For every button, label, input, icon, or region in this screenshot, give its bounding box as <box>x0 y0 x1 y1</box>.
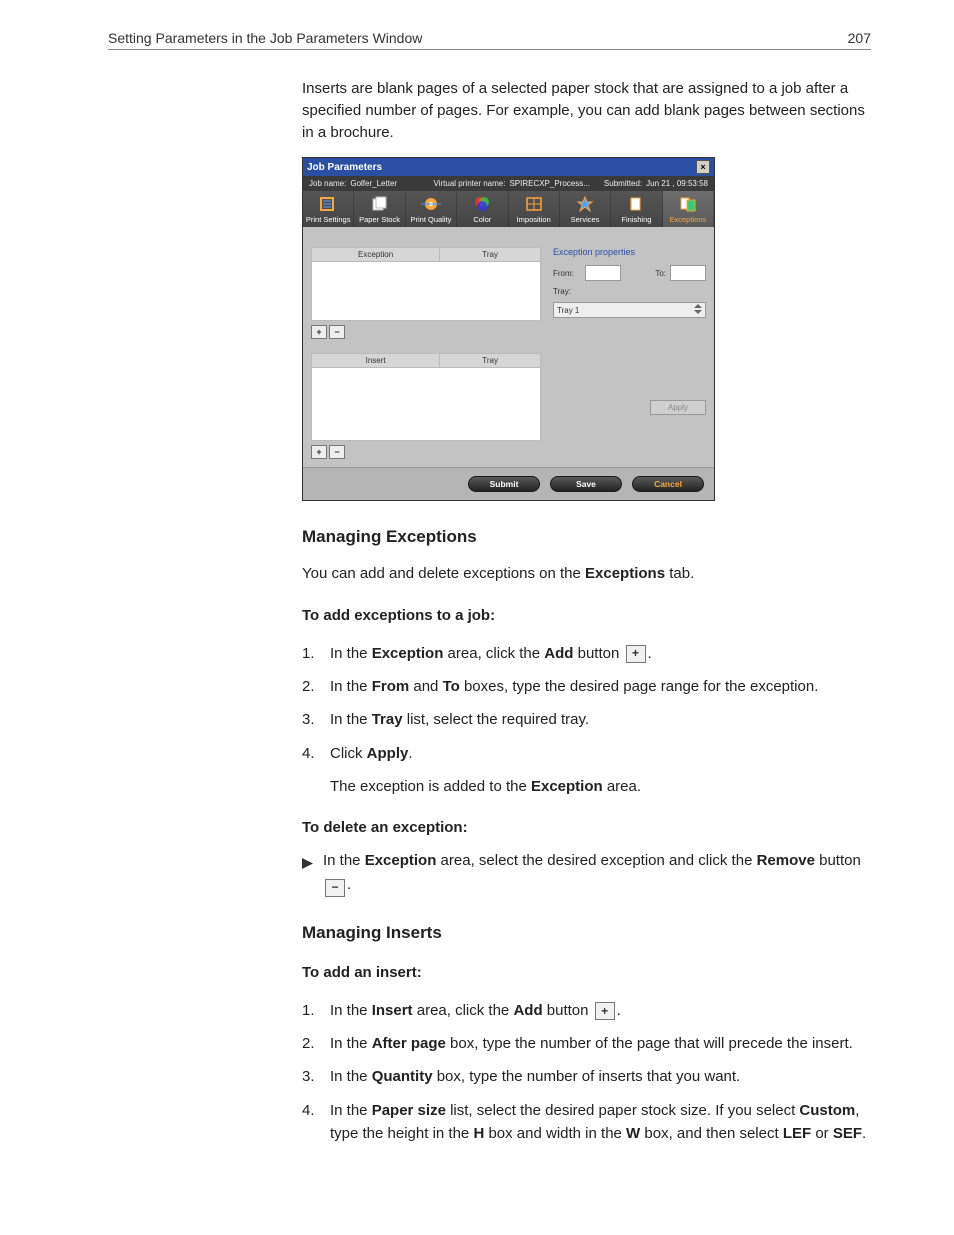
step: Click Apply. The exception is added to t… <box>302 742 871 799</box>
section-heading-inserts: Managing Inserts <box>302 923 871 943</box>
insert-table-body[interactable] <box>312 368 541 441</box>
section-heading-exceptions: Managing Exceptions <box>302 527 871 547</box>
plus-icon: + <box>595 1002 615 1020</box>
exception-table-body[interactable] <box>312 262 541 321</box>
to-label: To: <box>655 269 666 278</box>
intro-paragraph: Inserts are blank pages of a selected pa… <box>302 78 871 143</box>
from-label: From: <box>553 269 581 278</box>
page-number: 207 <box>848 30 871 46</box>
plus-icon: + <box>626 645 646 663</box>
exception-remove-button[interactable]: − <box>329 325 345 339</box>
insert-remove-button[interactable]: − <box>329 445 345 459</box>
dialog-title: Job Parameters <box>307 162 382 173</box>
vp-label: Virtual printer name: <box>434 179 506 188</box>
tab-paper-stock[interactable]: Paper Stock <box>354 191 405 227</box>
delete-exception-item: In the Exception area, select the desire… <box>302 849 871 896</box>
tab-label: Finishing <box>621 215 651 224</box>
tab-color[interactable]: Color <box>457 191 508 227</box>
dialog-titlebar: Job Parameters × <box>303 158 714 176</box>
add-exceptions-steps: In the Exception area, click the Add but… <box>302 642 871 798</box>
tab-exceptions[interactable]: Exceptions <box>663 191 714 227</box>
submit-button[interactable]: Submit <box>468 476 540 492</box>
tab-label: Exceptions <box>669 215 706 224</box>
add-insert-steps: In the Insert area, click the Add button… <box>302 999 871 1145</box>
step: In the Paper size list, select the desir… <box>302 1099 871 1146</box>
paper-stock-icon <box>369 195 391 213</box>
add-insert-title: To add an insert: <box>302 961 871 984</box>
imposition-icon <box>523 195 545 213</box>
delete-exception-title: To delete an exception: <box>302 816 871 839</box>
exception-col: Exception <box>312 248 440 262</box>
finishing-icon <box>625 195 647 213</box>
color-icon <box>471 195 493 213</box>
tab-label: Imposition <box>517 215 551 224</box>
dialog-screenshot: Job Parameters × Job name: Golfer_Letter… <box>302 157 871 501</box>
dialog-toolbar: Print Settings Paper Stock Print Quality <box>303 191 714 227</box>
exception-properties-title: Exception properties <box>553 247 706 257</box>
insert-add-button[interactable]: + <box>311 445 327 459</box>
print-settings-icon <box>317 195 339 213</box>
exception-add-button[interactable]: + <box>311 325 327 339</box>
step: In the Quantity box, type the number of … <box>302 1065 871 1088</box>
step: In the After page box, type the number o… <box>302 1032 871 1055</box>
submitted-label: Submitted: <box>604 179 642 188</box>
tab-label: Services <box>571 215 600 224</box>
tab-finishing[interactable]: Finishing <box>611 191 662 227</box>
running-header: Setting Parameters in the Job Parameters… <box>108 30 871 50</box>
add-exceptions-title: To add exceptions to a job: <box>302 604 871 627</box>
exceptions-icon <box>677 195 699 213</box>
tab-label: Print Settings <box>306 215 351 224</box>
step: In the Tray list, select the required tr… <box>302 708 871 731</box>
step: In the Exception area, click the Add but… <box>302 642 871 665</box>
to-field[interactable] <box>670 265 706 281</box>
tab-imposition[interactable]: Imposition <box>509 191 560 227</box>
tray-select[interactable]: Tray 1 <box>553 302 706 318</box>
save-button[interactable]: Save <box>550 476 622 492</box>
close-icon[interactable]: × <box>696 160 710 174</box>
insert-col: Insert <box>312 354 440 368</box>
step-followup: The exception is added to the Exception … <box>330 775 871 798</box>
tray-label: Tray: <box>553 287 571 296</box>
cancel-button[interactable]: Cancel <box>632 476 704 492</box>
tab-print-quality[interactable]: Print Quality <box>406 191 457 227</box>
running-header-title: Setting Parameters in the Job Parameters… <box>108 30 422 46</box>
from-field[interactable] <box>585 265 621 281</box>
dialog-footer: Submit Save Cancel <box>303 467 714 500</box>
vp-value: SPIRECXP_Process... <box>509 179 589 188</box>
tab-label: Print Quality <box>411 215 452 224</box>
job-name-label: Job name: <box>309 179 346 188</box>
step: In the Insert area, click the Add button… <box>302 999 871 1022</box>
tray-select-value: Tray 1 <box>557 306 579 315</box>
dialog-subheader: Job name: Golfer_Letter Virtual printer … <box>303 176 714 191</box>
apply-button[interactable]: Apply <box>650 400 706 415</box>
submitted-value: Jun 21 , 09:53:58 <box>646 179 708 188</box>
tray-col: Tray <box>440 354 541 368</box>
tab-services[interactable]: Services <box>560 191 611 227</box>
minus-icon: − <box>325 879 345 897</box>
tray-col: Tray <box>440 248 541 262</box>
exceptions-lead: You can add and delete exceptions on the… <box>302 562 871 585</box>
job-name-value: Golfer_Letter <box>350 179 397 188</box>
stepper-icon <box>694 304 702 316</box>
print-quality-icon <box>420 195 442 213</box>
insert-table: Insert Tray <box>311 353 541 441</box>
triangle-bullet-icon <box>302 853 313 896</box>
exception-table: Exception Tray <box>311 247 541 321</box>
services-icon <box>574 195 596 213</box>
tab-label: Color <box>473 215 491 224</box>
tab-label: Paper Stock <box>359 215 400 224</box>
step: In the From and To boxes, type the desir… <box>302 675 871 698</box>
tab-print-settings[interactable]: Print Settings <box>303 191 354 227</box>
